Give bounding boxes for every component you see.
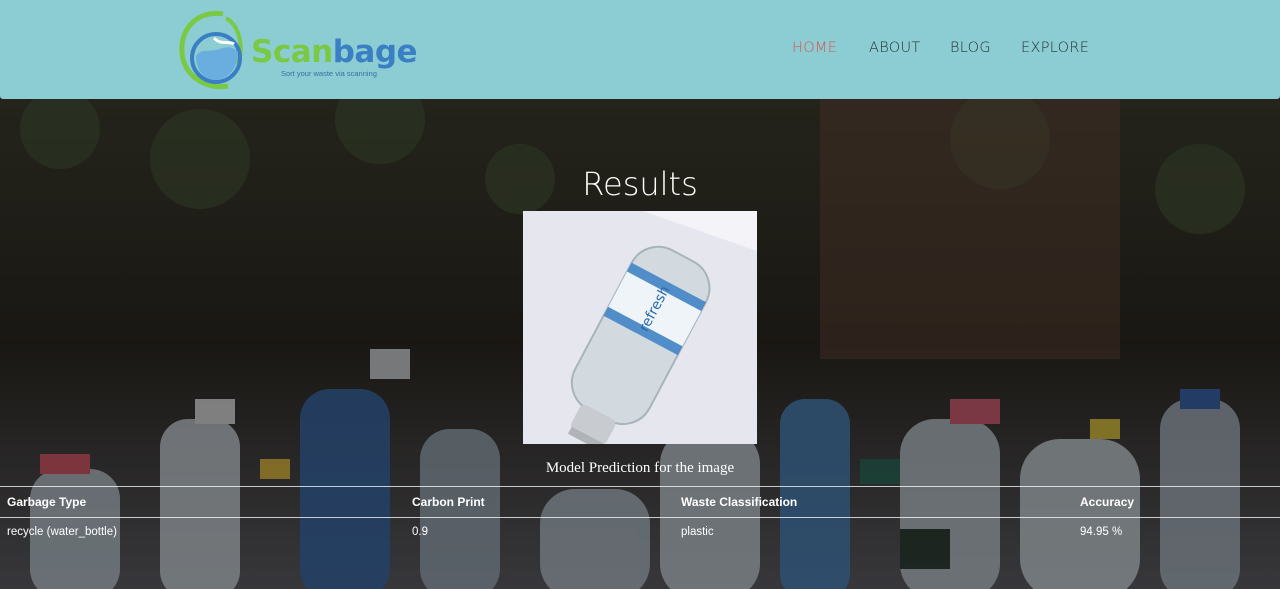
table-header-row: Garbage Type Carbon Print Waste Classifi… (0, 486, 1280, 517)
brand-tagline: Sort your waste via scanning (281, 69, 377, 78)
brand-logo[interactable]: Scanbage Sort your waste via scanning (178, 8, 418, 92)
header-waste-classification: Waste Classification (681, 495, 798, 509)
nav-explore[interactable]: EXPLORE (1021, 40, 1089, 56)
cell-carbon-print: 0.9 (412, 526, 428, 538)
logo-icon (179, 10, 243, 90)
header-garbage-type: Garbage Type (7, 495, 87, 509)
header-carbon-print: Carbon Print (412, 495, 485, 509)
brand-name-part1: Scan (251, 34, 333, 70)
brand-name-part2: bage (332, 34, 418, 70)
nav-about[interactable]: ABOUT (869, 40, 921, 56)
prediction-caption: Model Prediction for the image (545, 460, 735, 476)
cell-accuracy: 94.95 % (1080, 526, 1123, 538)
results-table: Garbage Type Carbon Print Waste Classifi… (0, 486, 1280, 548)
nav-home[interactable]: HOME (792, 40, 837, 56)
uploaded-image: refresh (523, 211, 757, 444)
table-row: recycle (water_bottle) 0.9 plastic 94.95… (0, 517, 1280, 548)
site-header: Scanbage Sort your waste via scanning HO… (0, 0, 1280, 99)
brand-name: Scanbage (251, 34, 418, 70)
header-accuracy: Accuracy (1080, 495, 1135, 509)
cell-garbage-type: recycle (water_bottle) (7, 526, 117, 538)
cell-waste-classification: plastic (681, 526, 714, 538)
results-title: Results (582, 165, 698, 203)
nav-blog[interactable]: BLOG (950, 40, 991, 56)
